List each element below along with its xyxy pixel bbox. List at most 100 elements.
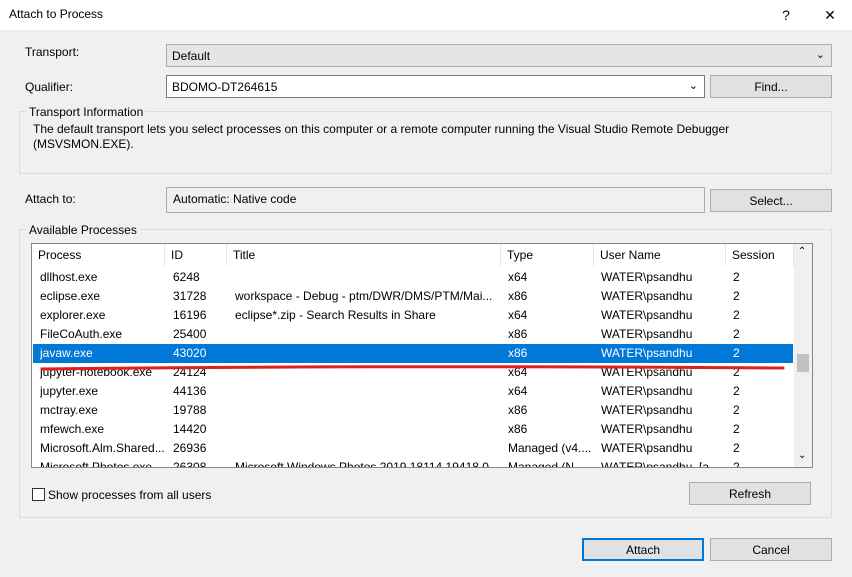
find-button[interactable]: Find... <box>710 75 832 98</box>
column-header-type[interactable]: Type <box>501 244 594 266</box>
chevron-down-icon: ⌄ <box>688 80 698 92</box>
cell-user-name: WATER\psandhu <box>601 270 693 284</box>
cell-session: 2 <box>733 289 740 303</box>
cell-type: x86 <box>508 346 528 360</box>
show-all-users-checkbox[interactable] <box>32 488 45 501</box>
cell-title: workspace - Debug - ptm/DWR/DMS/PTM/Mai.… <box>235 289 493 303</box>
cell-id: 25400 <box>173 327 207 341</box>
cell-session: 2 <box>733 422 740 436</box>
column-header-process[interactable]: Process <box>32 244 165 266</box>
table-row[interactable]: mctray.exe 19788 x86 WATER\psandhu 2 <box>33 401 793 420</box>
cell-session: 2 <box>733 460 740 468</box>
qualifier-value: BDOMO-DT264615 <box>172 80 278 94</box>
table-row[interactable]: Microsoft.Alm.Shared... 26936 Managed (v4.… <box>33 439 793 458</box>
available-processes-title: Available Processes <box>27 223 139 237</box>
scrollbar-thumb[interactable] <box>797 354 809 372</box>
cell-user-name: WATER\psandhu <box>601 422 693 436</box>
qualifier-label: Qualifier: <box>25 80 74 94</box>
cell-session: 2 <box>733 327 740 341</box>
cell-session: 2 <box>733 270 740 284</box>
cell-type: x86 <box>508 422 528 436</box>
select-button[interactable]: Select... <box>710 189 832 212</box>
cell-process: eclipse.exe <box>40 289 101 303</box>
cell-type: x64 <box>508 308 528 322</box>
cell-process: javaw.exe <box>40 346 93 360</box>
cell-user-name: WATER\psandhu <box>601 289 693 303</box>
process-list[interactable]: Process ID Title Type User Name Session … <box>31 243 813 468</box>
title-bar: Attach to Process ? ✕ <box>0 0 852 30</box>
column-header-user-name[interactable]: User Name <box>594 244 726 266</box>
transport-value: Default <box>172 49 211 63</box>
table-row[interactable]: FileCoAuth.exe 25400 x86 WATER\psandhu 2 <box>33 325 793 344</box>
cell-id: 16196 <box>173 308 207 322</box>
cell-id: 26936 <box>173 441 207 455</box>
transport-info-line1: The default transport lets you select pr… <box>33 122 730 136</box>
cell-id: 31728 <box>173 289 207 303</box>
show-all-users-label[interactable]: Show processes from all users <box>48 488 211 502</box>
cell-session: 2 <box>733 403 740 417</box>
column-header-title[interactable]: Title <box>227 244 501 266</box>
cell-type: x86 <box>508 289 528 303</box>
cell-id: 14420 <box>173 422 207 436</box>
chevron-up-icon[interactable]: ⌃ <box>798 246 806 257</box>
cell-process: Microsoft.Alm.Shared... <box>40 441 164 455</box>
table-row[interactable]: Microsoft.Photos.exe 26308 Microsoft Windo… <box>33 458 793 468</box>
cell-session: 2 <box>733 441 740 455</box>
table-row[interactable]: explorer.exe 16196 eclipse*.zip - Search R… <box>33 306 793 325</box>
cell-id: 26308 <box>173 460 207 468</box>
cell-user-name: WATER\psandhu <box>601 441 693 455</box>
cell-id: 19788 <box>173 403 207 417</box>
cell-process: mfewch.exe <box>40 422 105 436</box>
cell-user-name: WATER\psandhu_[a... <box>601 460 720 468</box>
cell-user-name: WATER\psandhu <box>601 384 693 398</box>
help-button[interactable]: ? <box>764 0 808 30</box>
transport-label: Transport: <box>25 45 80 59</box>
cell-process: explorer.exe <box>40 308 106 322</box>
qualifier-input[interactable]: BDOMO-DT264615 ⌄ <box>166 75 705 98</box>
table-row[interactable]: eclipse.exe 31728 workspace - Debug - ptm/… <box>33 287 793 306</box>
cancel-button[interactable]: Cancel <box>710 538 832 561</box>
table-row[interactable]: dllhost.exe 6248 x64 WATER\psandhu 2 <box>33 268 793 287</box>
cell-user-name: WATER\psandhu <box>601 346 693 360</box>
attach-to-label: Attach to: <box>25 192 76 206</box>
column-header-id[interactable]: ID <box>165 244 227 266</box>
cell-user-name: WATER\psandhu <box>601 308 693 322</box>
attach-to-value: Automatic: Native code <box>173 192 297 206</box>
transport-info-group <box>19 111 832 174</box>
cell-session: 2 <box>733 384 740 398</box>
window-title: Attach to Process <box>9 7 104 21</box>
cell-title: eclipse*.zip - Search Results in Share <box>235 308 436 322</box>
attach-to-field: Automatic: Native code <box>166 187 705 213</box>
table-row[interactable]: javaw.exe 43020 x86 WATER\psandhu 2 <box>33 344 793 363</box>
transport-dropdown[interactable]: Default ⌄ <box>166 44 832 67</box>
cell-id: 44136 <box>173 384 207 398</box>
cell-process: dllhost.exe <box>40 270 98 284</box>
table-row[interactable]: jupyter.exe 44136 x64 WATER\psandhu 2 <box>33 382 793 401</box>
cell-user-name: WATER\psandhu <box>601 327 693 341</box>
cell-process: jupyter.exe <box>40 384 99 398</box>
cell-process: FileCoAuth.exe <box>40 327 123 341</box>
table-row[interactable]: mfewch.exe 14420 x86 WATER\psandhu 2 <box>33 420 793 439</box>
chevron-down-icon[interactable]: ⌄ <box>798 450 806 461</box>
cell-session: 2 <box>733 308 740 322</box>
cell-title: Microsoft Windows Photos 2019.18114.1941… <box>235 460 489 468</box>
chevron-down-icon: ⌄ <box>815 49 825 61</box>
cell-id: 6248 <box>173 270 200 284</box>
cell-type: x86 <box>508 403 528 417</box>
annotation-underline <box>40 362 785 372</box>
cell-process: Microsoft.Photos.exe <box>40 460 153 468</box>
transport-info-title: Transport Information <box>27 105 146 119</box>
cell-type: Managed (N... <box>508 460 585 468</box>
cell-type: x64 <box>508 384 528 398</box>
close-button[interactable]: ✕ <box>808 0 852 30</box>
cell-type: Managed (v4.... <box>508 441 592 455</box>
column-header-session[interactable]: Session <box>726 244 794 266</box>
cell-type: x64 <box>508 270 528 284</box>
refresh-button[interactable]: Refresh <box>689 482 811 505</box>
attach-button[interactable]: Attach <box>582 538 704 561</box>
transport-info-line2: (MSVSMON.EXE). <box>33 137 134 151</box>
vertical-scrollbar[interactable]: ⌃ ⌄ <box>794 244 812 467</box>
cell-id: 43020 <box>173 346 207 360</box>
cell-user-name: WATER\psandhu <box>601 403 693 417</box>
cell-type: x86 <box>508 327 528 341</box>
